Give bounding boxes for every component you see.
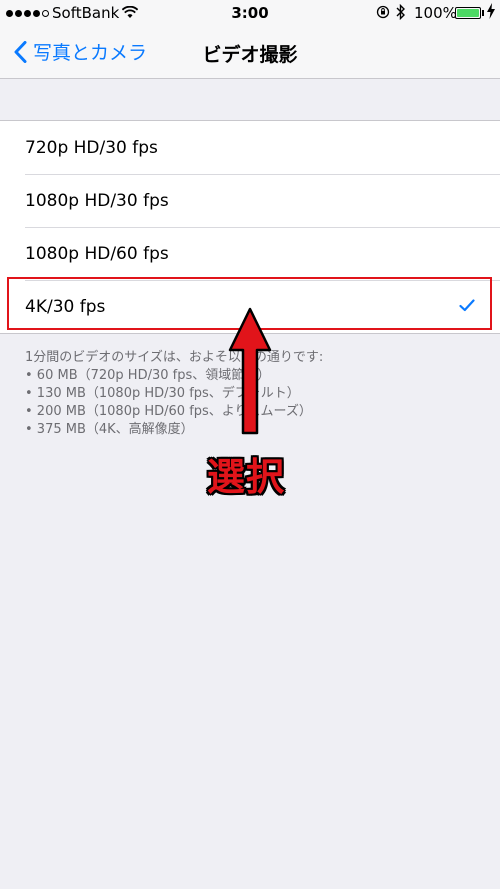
charging-icon xyxy=(487,3,495,23)
bluetooth-icon xyxy=(396,3,406,24)
option-label: 1080p HD/30 fps xyxy=(25,190,169,211)
annotation-arrow-icon xyxy=(228,307,272,435)
annotation-label: 選択 xyxy=(207,455,286,499)
option-label: 720p HD/30 fps xyxy=(25,137,158,158)
option-label: 1080p HD/60 fps xyxy=(25,243,169,264)
rotation-lock-icon xyxy=(376,5,390,23)
checkmark-icon xyxy=(459,297,475,317)
option-1080p-60fps[interactable]: 1080p HD/60 fps xyxy=(0,227,500,280)
option-1080p-30fps[interactable]: 1080p HD/30 fps xyxy=(0,174,500,227)
video-format-list: 720p HD/30 fps 1080p HD/30 fps 1080p HD/… xyxy=(0,120,500,334)
status-bar: SoftBank 3:00 100% xyxy=(0,0,500,28)
navigation-bar: 写真とカメラ ビデオ撮影 xyxy=(0,28,500,79)
battery-icon xyxy=(455,7,481,19)
page-title: ビデオ撮影 xyxy=(202,44,298,66)
battery-percent: 100% xyxy=(414,4,457,22)
option-label: 4K/30 fps xyxy=(25,296,106,317)
option-720p-30fps[interactable]: 720p HD/30 fps xyxy=(0,121,500,174)
